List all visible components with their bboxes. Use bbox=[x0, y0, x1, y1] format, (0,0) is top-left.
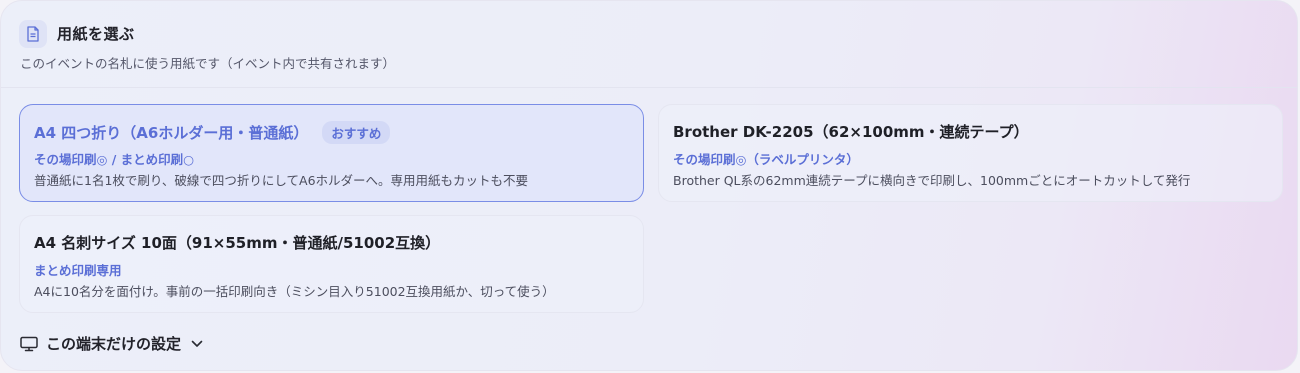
paper-option-a4-business-card[interactable]: A4 名刺サイズ 10面（91×55mm・普通紙/51002互換） まとめ印刷専… bbox=[19, 215, 644, 313]
chevron-down-icon bbox=[191, 340, 203, 348]
panel-subtitle: このイベントの名札に使う用紙です（イベント内で共有されます） bbox=[20, 56, 396, 71]
option-print-mode: その場印刷◎ / まとめ印刷○ bbox=[34, 152, 195, 167]
paper-select-panel: 用紙を選ぶ このイベントの名札に使う用紙です（イベント内で共有されます） A4 … bbox=[0, 0, 1298, 371]
monitor-icon bbox=[20, 336, 38, 352]
option-print-mode: その場印刷◎（ラベルプリンタ） bbox=[673, 152, 859, 167]
option-print-mode: まとめ印刷専用 bbox=[34, 263, 122, 278]
paper-option-a4-fold[interactable]: A4 四つ折り（A6ホルダー用・普通紙） おすすめ その場印刷◎ / まとめ印刷… bbox=[19, 104, 644, 202]
panel-title: 用紙を選ぶ bbox=[57, 25, 135, 43]
device-settings-label: この端末だけの設定 bbox=[46, 335, 182, 353]
option-title: A4 名刺サイズ 10面（91×55mm・普通紙/51002互換） bbox=[34, 234, 441, 252]
option-title: Brother DK-2205（62×100mm・連続テープ） bbox=[673, 123, 1029, 141]
option-description: Brother QL系の62mm連続テープに横向きで印刷し、100mmごとにオー… bbox=[673, 173, 1191, 188]
panel-header: 用紙を選ぶ このイベントの名札に使う用紙です（イベント内で共有されます） bbox=[1, 1, 1297, 88]
paper-option-brother-dk2205[interactable]: Brother DK-2205（62×100mm・連続テープ） その場印刷◎（ラ… bbox=[658, 104, 1283, 202]
device-settings-toggle[interactable]: この端末だけの設定 bbox=[20, 333, 203, 354]
document-icon bbox=[19, 20, 47, 48]
option-title: A4 四つ折り（A6ホルダー用・普通紙） bbox=[34, 124, 309, 142]
option-description: A4に10名分を面付け。事前の一括印刷向き（ミシン目入り51002互換用紙か、切… bbox=[34, 284, 555, 299]
option-description: 普通紙に1名1枚で刷り、破線で四つ折りにしてA6ホルダーへ。専用用紙もカットも不… bbox=[34, 173, 529, 188]
recommended-badge: おすすめ bbox=[322, 121, 391, 144]
